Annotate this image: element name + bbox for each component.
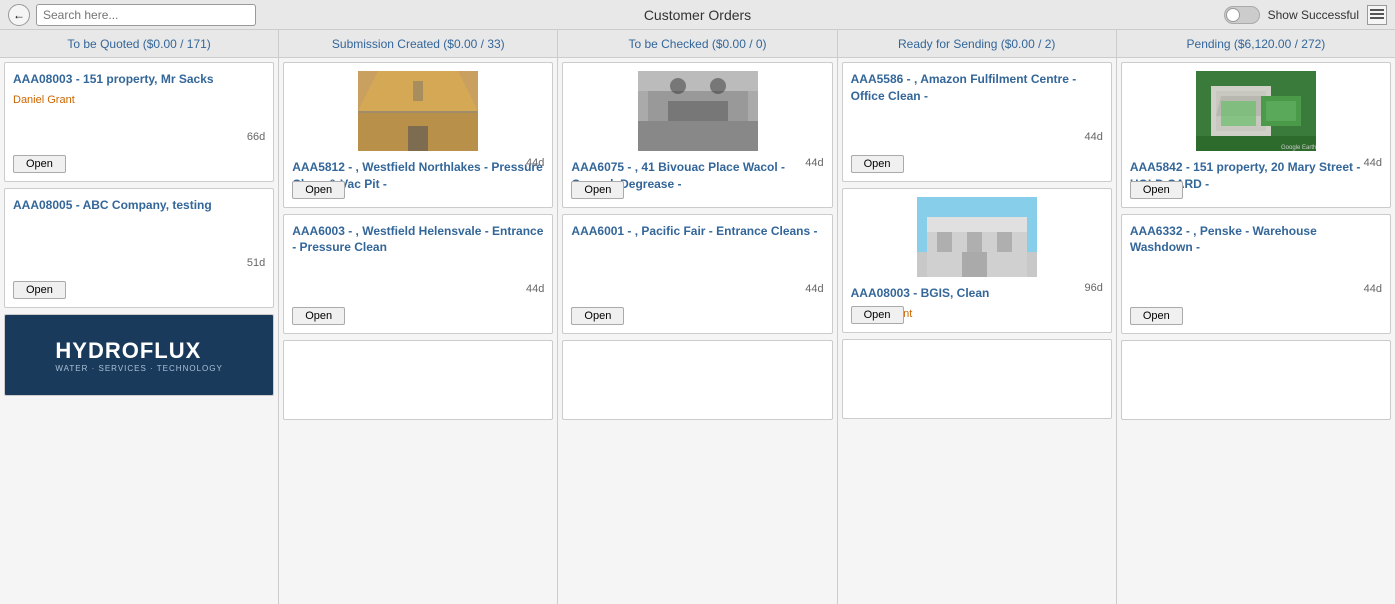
card-title: AAA6332 - , Penske - Warehouse Washdown … xyxy=(1130,223,1382,257)
open-button[interactable]: Open xyxy=(292,181,345,199)
card-aaa6332: AAA6332 - , Penske - Warehouse Washdown … xyxy=(1121,214,1391,334)
card-days: 44d xyxy=(805,283,823,295)
logo-tagline: WATER · SERVICES · TECHNOLOGY xyxy=(55,364,222,373)
card-days: 44d xyxy=(1364,283,1382,295)
card-days: 66d xyxy=(247,131,265,143)
card-aaa6075: AAA6075 - , 41 Bivouac Place Wacol - Car… xyxy=(562,62,832,208)
card-image-aerial: Google Earth xyxy=(1196,71,1316,151)
search-input[interactable] xyxy=(36,4,256,26)
logo-area: HYDROFLUX WATER · SERVICES · TECHNOLOGY xyxy=(5,315,273,395)
card-days: 44d xyxy=(1364,157,1382,169)
card-aaa6001: AAA6001 - , Pacific Fair - Entrance Clea… xyxy=(562,214,832,334)
open-button[interactable]: Open xyxy=(851,155,904,173)
toggle-label: Show Successful xyxy=(1268,8,1359,22)
col-checked-scroll[interactable]: AAA6075 - , 41 Bivouac Place Wacol - Car… xyxy=(558,58,836,604)
card-aaa08003-bgis: AAA08003 - BGIS, Clean Daniel Grant 96d … xyxy=(842,188,1112,333)
card-contact: Daniel Grant xyxy=(13,94,265,106)
card-title: AAA5586 - , Amazon Fulfilment Centre - O… xyxy=(851,71,1103,105)
card-check-placeholder xyxy=(562,340,832,420)
list-icon xyxy=(1370,8,1384,22)
col-submission-scroll[interactable]: AAA5812 - , Westfield Northlakes - Press… xyxy=(279,58,557,604)
header: ← Customer Orders Show Successful xyxy=(0,0,1395,30)
col-header-pending: Pending ($6,120.00 / 272) xyxy=(1117,30,1395,57)
col-pending-scroll[interactable]: Google Earth AAA5842 - 151 property, 20 … xyxy=(1117,58,1395,604)
card-logo: HYDROFLUX WATER · SERVICES · TECHNOLOGY xyxy=(4,314,274,396)
open-button[interactable]: Open xyxy=(13,155,66,173)
col-pending: Google Earth AAA5842 - 151 property, 20 … xyxy=(1117,58,1395,604)
col-header-ready-for-sending: Ready for Sending ($0.00 / 2) xyxy=(838,30,1117,57)
card-aaa08003-1: AAA08003 - 151 property, Mr Sacks Daniel… xyxy=(4,62,274,182)
card-title: AAA6001 - , Pacific Fair - Entrance Clea… xyxy=(571,223,823,240)
card-pending-placeholder xyxy=(1121,340,1391,420)
col-to-be-quoted: AAA08003 - 151 property, Mr Sacks Daniel… xyxy=(0,58,279,604)
show-successful-toggle[interactable] xyxy=(1224,6,1260,24)
col-header-to-be-checked: To be Checked ($0.00 / 0) xyxy=(558,30,837,57)
open-button[interactable]: Open xyxy=(1130,181,1183,199)
card-title: AAA08003 - 151 property, Mr Sacks xyxy=(13,71,265,88)
card-aaa5842: Google Earth AAA5842 - 151 property, 20 … xyxy=(1121,62,1391,208)
column-headers: To be Quoted ($0.00 / 171) Submission Cr… xyxy=(0,30,1395,58)
toggle-knob xyxy=(1226,8,1240,22)
card-sub-placeholder xyxy=(283,340,553,420)
card-aaa6003: AAA6003 - , Westfield Helensvale - Entra… xyxy=(283,214,553,334)
open-button[interactable]: Open xyxy=(571,181,624,199)
col-header-submission-created: Submission Created ($0.00 / 33) xyxy=(279,30,558,57)
col-to-be-quoted-scroll[interactable]: AAA08003 - 151 property, Mr Sacks Daniel… xyxy=(0,58,278,604)
back-button[interactable]: ← xyxy=(8,4,30,26)
card-title: AAA08005 - ABC Company, testing xyxy=(13,197,265,214)
building-image-svg xyxy=(917,197,1037,277)
card-days: 96d xyxy=(1084,282,1102,294)
card-image-carpark xyxy=(638,71,758,151)
logo-text: HYDROFLUX xyxy=(55,338,222,364)
svg-text:Google Earth: Google Earth xyxy=(1281,145,1316,151)
col-to-be-checked: AAA6075 - , 41 Bivouac Place Wacol - Car… xyxy=(558,58,837,604)
card-aaa08005: AAA08005 - ABC Company, testing 51d Open xyxy=(4,188,274,308)
aerial-image-svg: Google Earth xyxy=(1196,71,1316,151)
col-submission-created: AAA5812 - , Westfield Northlakes - Press… xyxy=(279,58,558,604)
parking-image-svg xyxy=(358,71,478,151)
open-button[interactable]: Open xyxy=(851,306,904,324)
carpark-image-svg xyxy=(638,71,758,151)
open-button[interactable]: Open xyxy=(13,281,66,299)
open-button[interactable]: Open xyxy=(1130,307,1183,325)
col-ready-for-sending: AAA5586 - , Amazon Fulfilment Centre - O… xyxy=(838,58,1117,604)
card-days: 51d xyxy=(247,257,265,269)
card-image-building xyxy=(917,197,1037,277)
card-aaa5812: AAA5812 - , Westfield Northlakes - Press… xyxy=(283,62,553,208)
kanban-board: AAA08003 - 151 property, Mr Sacks Daniel… xyxy=(0,58,1395,604)
card-days: 44d xyxy=(1084,131,1102,143)
header-controls: Show Successful xyxy=(1224,5,1387,25)
card-ready-placeholder xyxy=(842,339,1112,419)
card-days: 44d xyxy=(526,157,544,169)
card-aaa5586: AAA5586 - , Amazon Fulfilment Centre - O… xyxy=(842,62,1112,182)
page-title: Customer Orders xyxy=(644,7,751,23)
card-title: AAA08003 - BGIS, Clean xyxy=(851,285,1103,302)
card-days: 44d xyxy=(526,283,544,295)
list-view-button[interactable] xyxy=(1367,5,1387,25)
card-title: AAA6003 - , Westfield Helensvale - Entra… xyxy=(292,223,544,257)
logo: HYDROFLUX WATER · SERVICES · TECHNOLOGY xyxy=(55,338,222,373)
card-image-parking xyxy=(358,71,478,151)
col-header-to-be-quoted: To be Quoted ($0.00 / 171) xyxy=(0,30,279,57)
open-button[interactable]: Open xyxy=(292,307,345,325)
col-ready-scroll[interactable]: AAA5586 - , Amazon Fulfilment Centre - O… xyxy=(838,58,1116,604)
open-button[interactable]: Open xyxy=(571,307,624,325)
card-days: 44d xyxy=(805,157,823,169)
